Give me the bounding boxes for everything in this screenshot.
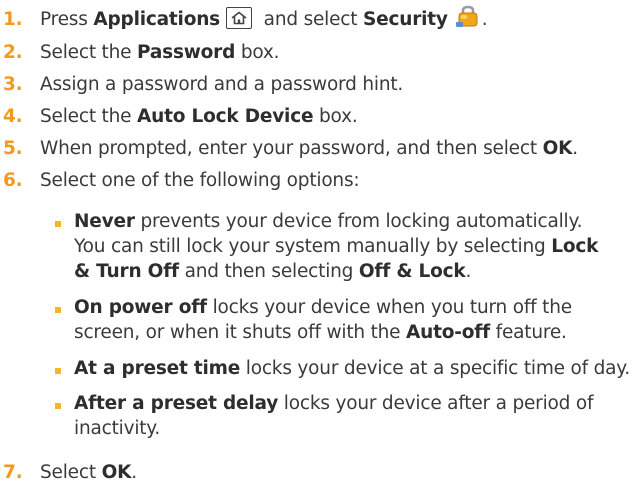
step-number: 1. [3,9,23,30]
option-line: On power off locks your device when you … [74,297,572,318]
home-key-icon [226,6,252,29]
option-never: Never prevents your device from locking … [0,209,598,284]
option-line: After a preset delay locks your device a… [74,393,594,414]
option-line: You can still lock your system manually … [74,236,599,257]
step-6: 6. Select one of the following options: [0,168,360,193]
step-1: 1. Press Applications and select Securit… [0,5,488,32]
instruction-page: 1. Press Applications and select Securit… [0,0,642,494]
step-number: 2. [3,42,23,63]
option-at-preset-time: At a preset time locks your device at a … [0,356,630,381]
step-text: Assign a password and a password hint. [40,74,404,95]
step-text: Select OK. [40,462,137,483]
ok-label: OK [101,462,132,483]
step-number: 4. [3,106,23,127]
security-lock-icon [454,2,482,28]
option-on-power-off: On power off locks your device when you … [0,295,572,345]
step-4: 4. Select the Auto Lock Device box. [0,104,358,129]
option-line: & Turn Off and then selecting Off & Lock… [74,261,472,282]
bullet-marker [55,307,61,313]
step-2: 2. Select the Password box. [0,40,280,65]
bullet-marker [55,221,61,227]
step-7: 7. Select OK. [0,460,137,485]
bullet-marker [55,403,61,409]
step-number: 3. [3,74,23,95]
applications-label: Applications [93,9,220,30]
option-line: inactivity. [74,418,161,439]
password-label: Password [137,42,236,63]
ok-label: OK [542,138,573,159]
step-3: 3. Assign a password and a password hint… [0,72,403,97]
option-line: At a preset time locks your device at a … [74,358,631,379]
bullet-marker [55,368,61,374]
step-number: 5. [3,138,23,159]
option-line: screen, or when it shuts off with the Au… [74,322,567,343]
auto-lock-device-label: Auto Lock Device [137,106,314,127]
step-number: 7. [3,462,23,483]
step-text: Press Applications and select Security. [40,5,488,30]
step-text: Select the Password box. [40,42,280,63]
security-label: Security [363,9,448,30]
step-text: Select one of the following options: [40,170,360,191]
step-text: When prompted, enter your password, and … [40,138,578,159]
option-line: Never prevents your device from locking … [74,211,583,232]
step-5: 5. When prompted, enter your password, a… [0,136,578,161]
step-number: 6. [3,170,23,191]
option-after-preset-delay: After a preset delay locks your device a… [0,391,593,441]
step-text: Select the Auto Lock Device box. [40,106,358,127]
